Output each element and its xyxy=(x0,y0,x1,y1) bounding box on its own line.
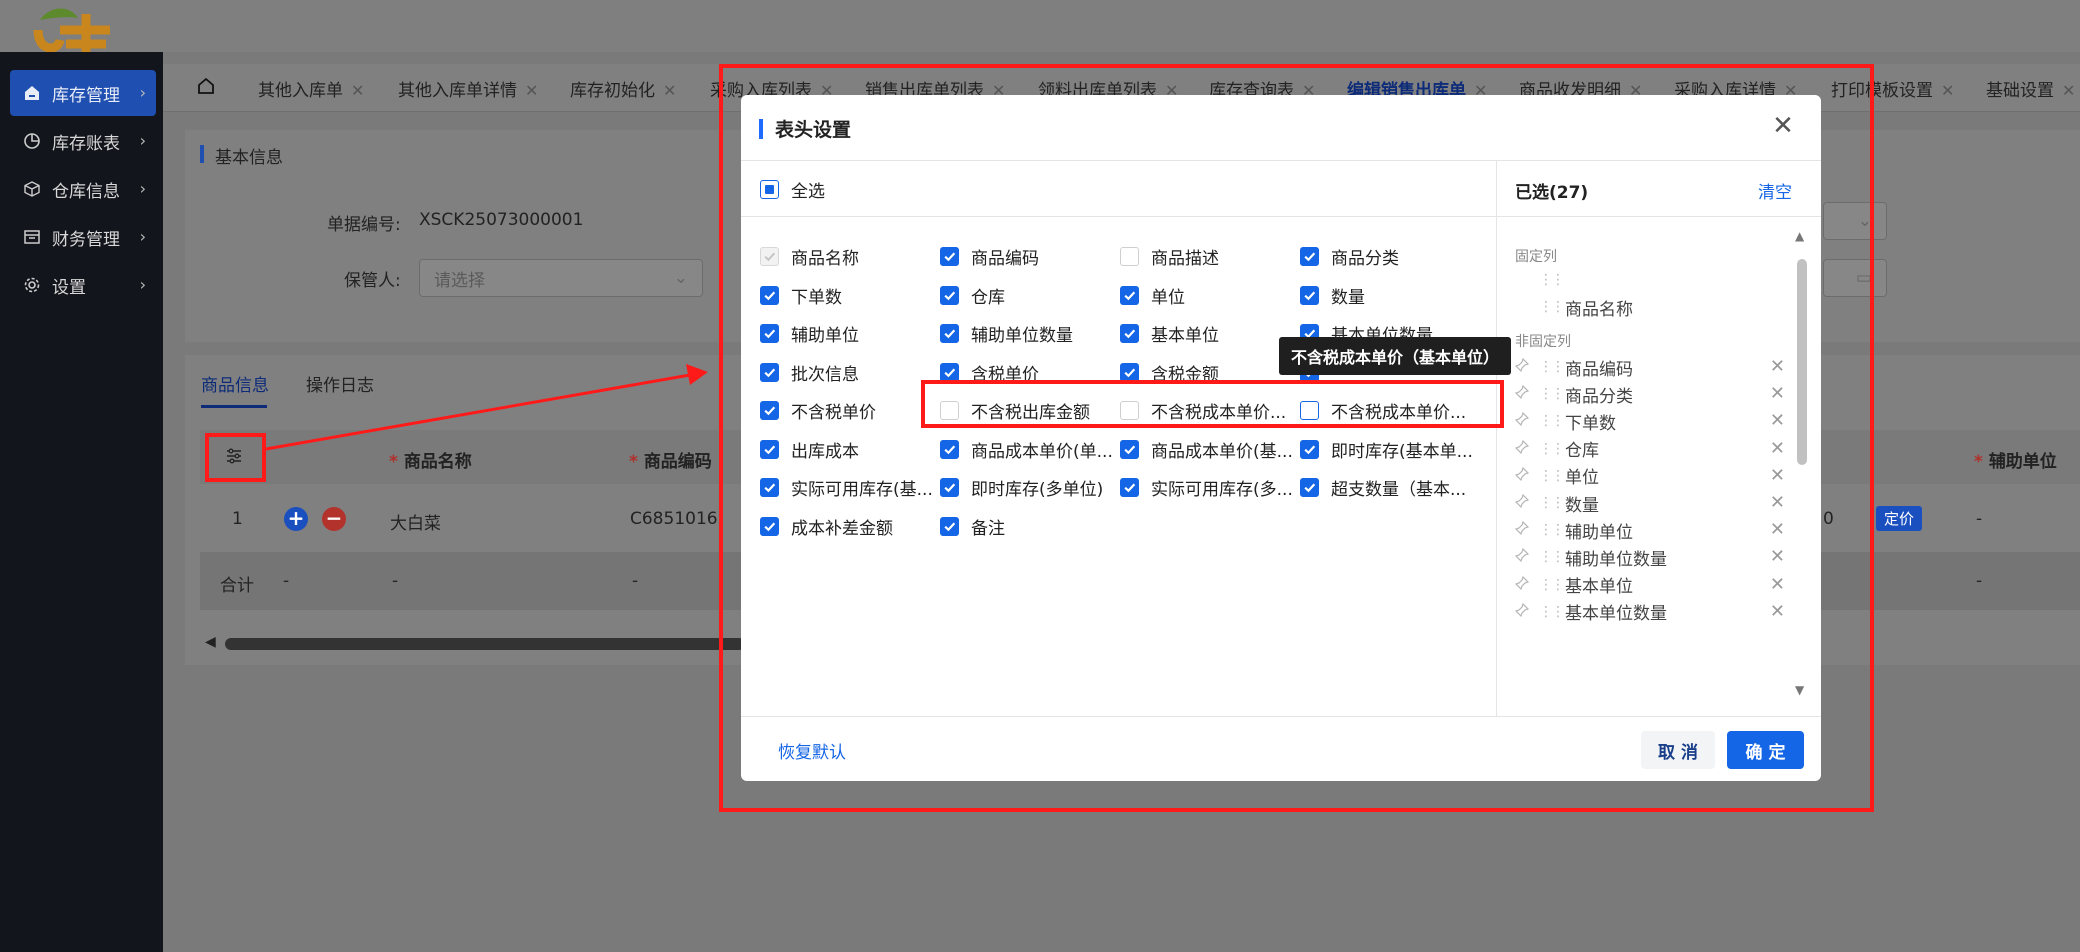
sidebar: 库存管理 › 库存账表 › 仓库信息 › 财务管理 › 设置 › xyxy=(0,52,163,952)
tab-label: 其他入库单 xyxy=(258,81,343,101)
section-title: 基本信息 xyxy=(215,148,283,168)
keeper-select[interactable]: 请选择 ⌄ xyxy=(419,259,703,297)
home-tab-icon[interactable] xyxy=(196,76,216,101)
brand-logo xyxy=(33,8,110,52)
sidebar-item-inventory[interactable]: 库存管理 › xyxy=(10,70,156,116)
tab-other-inbound-detail[interactable]: 其他入库单详情 ✕ xyxy=(398,76,538,101)
row-product-code: C6851016 xyxy=(630,509,718,529)
home-icon xyxy=(22,83,42,103)
sidebar-item-label: 库存管理 xyxy=(52,85,120,106)
chevron-down-icon: ⌄ xyxy=(673,268,688,288)
annotation-columns-highlight xyxy=(921,380,1504,428)
sum-cell: - xyxy=(1976,571,1983,591)
close-icon[interactable]: ✕ xyxy=(1941,81,1954,100)
scroll-left-icon[interactable]: ◀ xyxy=(205,634,216,650)
sidebar-item-label: 仓库信息 xyxy=(52,181,120,202)
tab-label: 其他入库单详情 xyxy=(398,81,517,101)
col-label: 商品名称 xyxy=(403,452,472,472)
top-bar xyxy=(0,0,2080,52)
sum-label: 合计 xyxy=(220,576,254,596)
pricing-badge[interactable]: 定价 xyxy=(1876,506,1923,531)
annotation-dialog-highlight xyxy=(719,64,1874,812)
tab-basic-settings[interactable]: 基础设置 ✕ xyxy=(1986,76,2075,101)
annotation-settings-highlight xyxy=(205,433,266,482)
sidebar-item-label: 设置 xyxy=(52,277,86,298)
sum-cell: - xyxy=(283,571,290,591)
row-index: 1 xyxy=(232,509,243,529)
doc-no-label: 单据编号: xyxy=(327,215,401,235)
sum-cell: - xyxy=(632,571,639,591)
chevron-right-icon: › xyxy=(139,83,146,102)
chevron-right-icon: › xyxy=(139,179,146,198)
row-product-name: 大白菜 xyxy=(390,514,441,534)
sidebar-item-warehouse[interactable]: 仓库信息 › xyxy=(10,166,156,212)
chevron-right-icon: › xyxy=(139,131,146,150)
tab-stock-init[interactable]: 库存初始化 ✕ xyxy=(570,76,676,101)
gear-icon xyxy=(22,275,42,295)
col-label: 商品编码 xyxy=(643,452,712,472)
chevron-right-icon: › xyxy=(139,275,146,294)
add-row-button[interactable]: + xyxy=(284,507,308,531)
cube-icon xyxy=(22,179,42,199)
close-icon[interactable]: ✕ xyxy=(525,81,538,100)
pie-chart-icon xyxy=(22,131,42,151)
sidebar-item-label: 库存账表 xyxy=(52,133,120,154)
sidebar-item-settings[interactable]: 设置 › xyxy=(10,262,156,308)
doc-no-value: XSCK25073000001 xyxy=(419,210,584,230)
ledger-icon xyxy=(22,227,42,247)
col-product-code: * 商品编码 xyxy=(629,452,712,472)
row-aux-unit: - xyxy=(1976,509,1983,529)
col-aux-unit: * 辅助单位 xyxy=(1974,452,2057,472)
tab-operation-log[interactable]: 操作日志 xyxy=(306,371,374,396)
col-label: 辅助单位 xyxy=(1988,452,2057,472)
col-product-name: * 商品名称 xyxy=(389,452,472,472)
close-icon[interactable]: ✕ xyxy=(351,81,364,100)
keeper-placeholder: 请选择 xyxy=(434,270,485,291)
active-subtab-underline xyxy=(201,405,267,408)
sidebar-item-stock-report[interactable]: 库存账表 › xyxy=(10,118,156,164)
section-marker xyxy=(200,145,204,163)
chevron-right-icon: › xyxy=(139,227,146,246)
tab-label: 库存初始化 xyxy=(570,81,655,101)
sum-cell: - xyxy=(392,571,399,591)
horizontal-scrollbar[interactable] xyxy=(225,638,745,650)
sidebar-item-label: 财务管理 xyxy=(52,229,120,250)
tab-product-info[interactable]: 商品信息 xyxy=(201,371,269,396)
close-icon[interactable]: ✕ xyxy=(2062,81,2075,100)
tab-other-inbound[interactable]: 其他入库单 ✕ xyxy=(258,76,364,101)
sidebar-item-finance[interactable]: 财务管理 › xyxy=(10,214,156,260)
close-icon[interactable]: ✕ xyxy=(663,81,676,100)
keeper-label: 保管人: xyxy=(344,271,401,291)
tab-label: 基础设置 xyxy=(1986,81,2054,101)
remove-row-button[interactable]: − xyxy=(322,507,346,531)
